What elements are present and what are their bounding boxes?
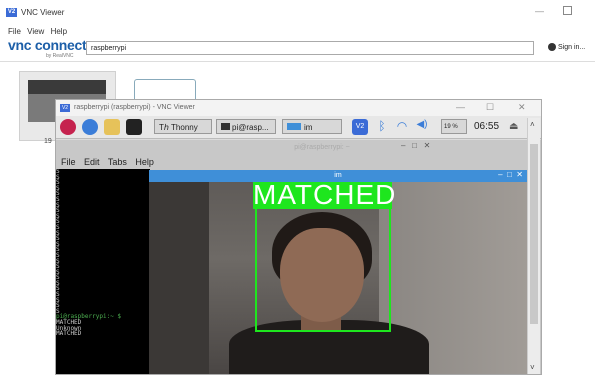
terminal-window-controls[interactable]: – □ ✕ <box>401 141 430 150</box>
clock: 06:55 <box>474 121 500 132</box>
face-detection-box <box>255 201 391 332</box>
browser-icon[interactable] <box>82 119 98 135</box>
terminal-s-lines: SSSSSSSSSSSSSSSSSSSSSSSSSS <box>56 169 150 314</box>
outer-menu-bar: File View Help <box>8 27 71 36</box>
maximize-button[interactable] <box>563 6 572 15</box>
im-window-controls[interactable]: – □ ✕ <box>498 170 523 179</box>
thumbnail-label: 19 <box>44 138 52 145</box>
inner-title-bar: V2 raspberrypi (raspberrypi) - VNC Viewe… <box>56 100 541 116</box>
volume-icon[interactable]: ◀) <box>414 119 430 135</box>
taskbar-thonny[interactable]: Tℎ Thonny <box>154 119 212 134</box>
taskbar-terminal[interactable]: pi@rasp... <box>216 119 276 134</box>
terminal-output[interactable]: SSSSSSSSSSSSSSSSSSSSSSSSSS pi@raspberryp… <box>56 169 150 374</box>
inner-minimize-button[interactable]: — <box>456 102 465 112</box>
wifi-icon[interactable]: ◠ <box>394 119 410 135</box>
raspberry-menu-icon[interactable] <box>60 119 76 135</box>
inner-maximize-button[interactable]: ☐ <box>486 102 494 113</box>
outer-window-title: VNC Viewer <box>21 8 65 17</box>
terminal-icon[interactable] <box>126 119 142 135</box>
terminal-line: MATCHED <box>56 330 82 338</box>
terminal-menu-bar: File Edit Tabs Help <box>61 157 160 167</box>
folder-icon[interactable] <box>104 119 120 135</box>
bluetooth-icon[interactable]: ᛒ <box>374 119 390 135</box>
vertical-scrollbar[interactable]: ˄ ˅ <box>527 118 540 374</box>
vnc-tray-icon[interactable]: V2 <box>352 119 368 135</box>
sign-in-label: Sign in... <box>558 43 586 51</box>
menu-file[interactable]: File <box>8 27 21 36</box>
terminal-menu-file[interactable]: File <box>61 157 76 167</box>
pi-taskbar: Tℎ Thonny pi@rasp... im V2 ᛒ ◠ ◀) 19 % 0… <box>56 116 541 139</box>
match-label: MATCHED <box>253 179 397 210</box>
vnc-icon: V2 <box>60 104 70 112</box>
window-small-icon <box>287 123 301 130</box>
scroll-up-icon[interactable]: ˄ <box>530 120 535 129</box>
vnc-connect-logo: vnc connect <box>8 37 87 53</box>
address-input[interactable]: raspberrypi <box>86 41 534 55</box>
eject-icon[interactable]: ⏏ <box>509 121 518 132</box>
terminal-menu-edit[interactable]: Edit <box>84 157 100 167</box>
inner-vnc-window: V2 raspberrypi (raspberrypi) - VNC Viewe… <box>55 99 542 375</box>
cpu-monitor: 19 % <box>441 119 467 134</box>
vnc-app-icon: V2 <box>6 8 17 17</box>
background-door <box>149 182 209 374</box>
scroll-thumb[interactable] <box>530 144 538 324</box>
inner-close-button[interactable]: ✕ <box>518 102 526 113</box>
terminal-small-icon <box>221 123 230 130</box>
taskbar-im[interactable]: im <box>282 119 342 134</box>
terminal-menu-tabs[interactable]: Tabs <box>108 157 127 167</box>
outer-title-bar: V2 VNC Viewer — <box>0 0 595 26</box>
sign-in-button[interactable]: Sign in... <box>548 43 585 51</box>
toolbar-divider <box>0 61 595 62</box>
scroll-down-icon[interactable]: ˅ <box>530 363 535 372</box>
menu-help[interactable]: Help <box>51 27 67 36</box>
im-window[interactable]: im – □ ✕ MATCHED <box>149 170 527 374</box>
minimize-button[interactable]: — <box>535 6 544 16</box>
connection-thumbnail-2[interactable] <box>134 79 196 100</box>
terminal-menu-help[interactable]: Help <box>135 157 154 167</box>
realvnc-subtitle: by RealVNC <box>46 53 74 59</box>
inner-window-title: raspberrypi (raspberrypi) - VNC Viewer <box>74 104 195 111</box>
user-icon <box>548 43 556 51</box>
menu-view[interactable]: View <box>27 27 44 36</box>
